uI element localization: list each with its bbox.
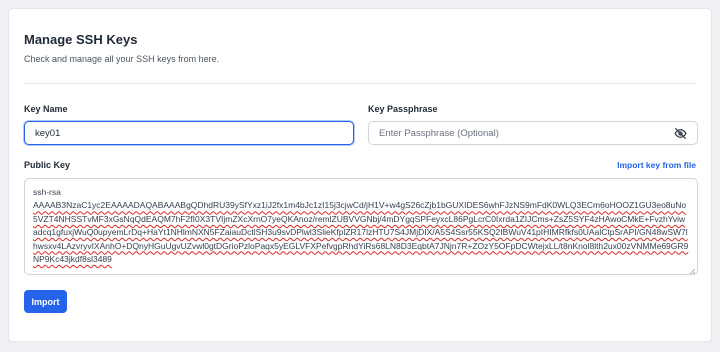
eye-slash-icon[interactable] — [674, 127, 687, 140]
public-key-textarea[interactable]: ssh-rsa AAAAB3NzaC1yc2EAAAADAQABAAABgQDh… — [24, 178, 698, 275]
page-title: Manage SSH Keys — [24, 32, 138, 47]
key-name-label: Key Name — [24, 104, 68, 114]
import-button[interactable]: Import — [24, 290, 67, 313]
key-passphrase-label: Key Passphrase — [368, 104, 438, 114]
public-key-label: Public Key — [24, 160, 71, 170]
divider — [24, 83, 697, 84]
import-key-from-file-link[interactable]: Import key from file — [617, 160, 696, 170]
ssh-keys-card: Manage SSH Keys Check and manage all you… — [8, 8, 712, 342]
key-name-value: key01 — [35, 127, 61, 139]
page-subtitle: Check and manage all your SSH keys from … — [24, 54, 220, 64]
key-name-input[interactable]: key01 — [24, 121, 354, 145]
resize-handle-icon[interactable] — [689, 266, 696, 274]
key-passphrase-input[interactable]: Enter Passphrase (Optional) — [368, 121, 698, 145]
public-key-line-2: AAAAB3NzaC1yc2EAAAADAQABAAABgQDhdRU39ySf… — [33, 200, 689, 265]
public-key-line-1: ssh-rsa — [33, 187, 61, 197]
key-passphrase-placeholder: Enter Passphrase (Optional) — [379, 127, 499, 139]
